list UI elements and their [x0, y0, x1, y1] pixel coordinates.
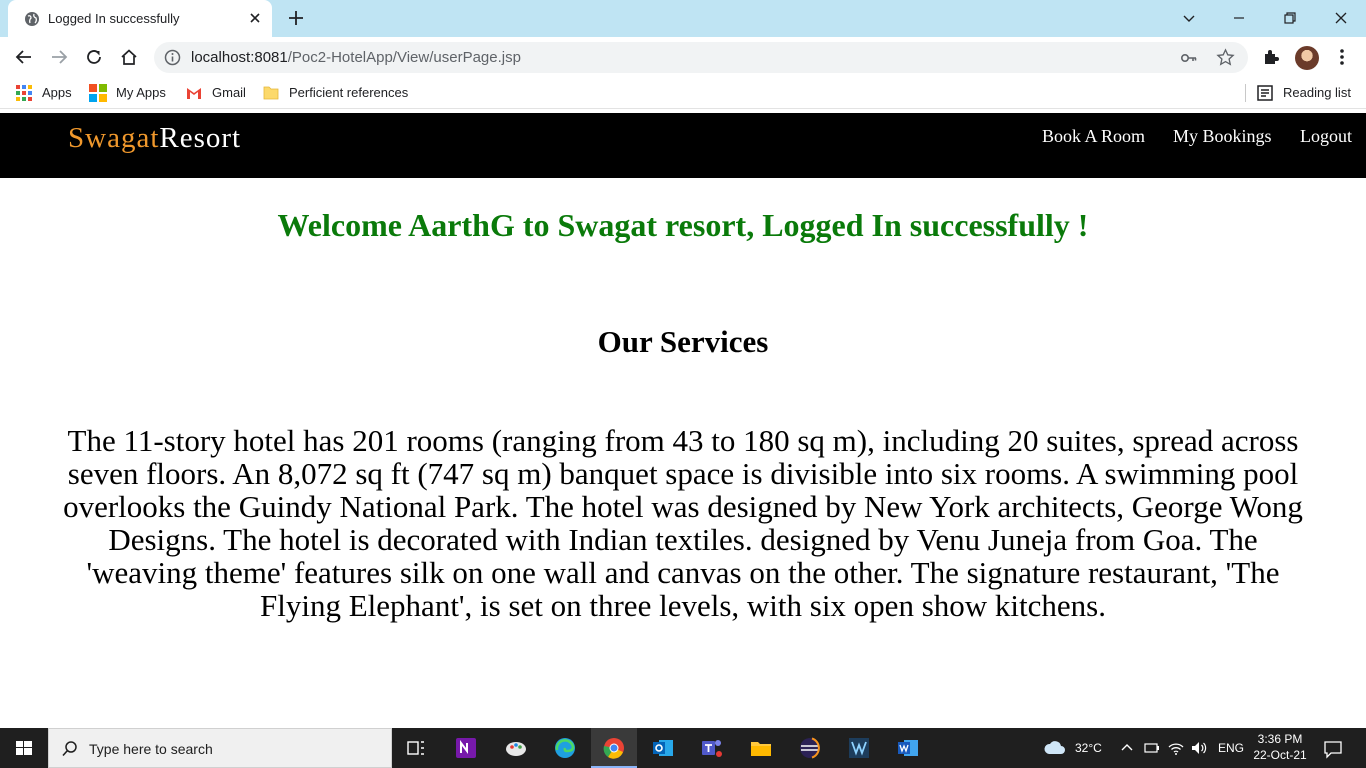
- minimize-icon[interactable]: [1227, 6, 1251, 30]
- chrome-browser-icon: [603, 738, 624, 759]
- bookmarks-bar: Apps My Apps Gmail Perficient references…: [0, 77, 1366, 109]
- onenote-icon: [456, 738, 476, 758]
- reading-list-icon: [1257, 85, 1273, 101]
- services-heading: Our Services: [597, 324, 769, 359]
- bookmark-star-icon[interactable]: [1216, 48, 1235, 67]
- nav-my-bookings[interactable]: My Bookings: [1173, 126, 1272, 147]
- clock-time: 3:36 PM: [1257, 732, 1303, 746]
- eclipse-ide-icon: [800, 737, 820, 759]
- home-icon[interactable]: [118, 46, 140, 68]
- url-path: /Poc2-HotelApp/View/userPage.jsp: [287, 49, 521, 66]
- taskbar-onenote[interactable]: [443, 728, 489, 768]
- folder-icon: [263, 86, 279, 100]
- taskbar-chrome[interactable]: [591, 728, 637, 768]
- services-description: The 11-story hotel has 201 rooms (rangin…: [63, 423, 1303, 623]
- taskbar-eclipse[interactable]: [787, 728, 833, 768]
- forward-arrow-icon[interactable]: [48, 46, 70, 68]
- gmail-icon: [187, 88, 201, 99]
- taskbar-edge[interactable]: [542, 728, 588, 768]
- task-view-button[interactable]: [393, 728, 439, 768]
- reload-icon[interactable]: [83, 46, 105, 68]
- extensions-puzzle-icon[interactable]: [1260, 46, 1282, 68]
- tab-search-chevron-icon[interactable]: [1177, 6, 1201, 30]
- wifi-icon[interactable]: [1167, 739, 1185, 757]
- apps-grid-icon: [16, 85, 32, 101]
- microsoft-logo-icon: [89, 84, 107, 102]
- site-header: SwagatResort Book A Room My Bookings Log…: [0, 113, 1366, 178]
- taskbar-search-box[interactable]: Type here to search: [48, 728, 392, 768]
- new-tab-icon[interactable]: [286, 8, 306, 28]
- globe-icon: [25, 12, 39, 26]
- taskbar-word[interactable]: [885, 728, 931, 768]
- clock-date: 22-Oct-21: [1253, 748, 1307, 762]
- reading-list-label: Reading list: [1283, 85, 1351, 100]
- windows-taskbar: Type here to search 32°C ENG 3:36 PM 22-…: [0, 728, 1366, 768]
- welcome-message: Welcome AarthG to Swagat resort, Logged …: [277, 207, 1089, 243]
- taskbar-teams[interactable]: [689, 728, 735, 768]
- brand-part-2: Resort: [159, 122, 242, 154]
- taskbar-file-explorer[interactable]: [738, 728, 784, 768]
- bookmark-label: Perficient references: [289, 85, 409, 100]
- weather-temperature[interactable]: 32°C: [1075, 741, 1102, 768]
- address-bar[interactable]: localhost:8081/Poc2-HotelApp/View/userPa…: [154, 42, 1248, 73]
- bookmark-label: My Apps: [116, 85, 166, 100]
- weather-cloud-icon[interactable]: [1043, 738, 1067, 758]
- more-menu-icon[interactable]: [1331, 46, 1353, 68]
- bookmark-label: Gmail: [212, 85, 246, 100]
- search-placeholder: Type here to search: [89, 741, 213, 757]
- url-text: localhost:8081/Poc2-HotelApp/View/userPa…: [191, 49, 521, 66]
- brand-part-1: Swagat: [68, 122, 160, 154]
- file-explorer-icon: [751, 742, 771, 756]
- tab-title: Logged In successfully: [48, 11, 180, 26]
- input-language[interactable]: ENG: [1218, 741, 1244, 768]
- taskbar-paint[interactable]: [493, 728, 539, 768]
- close-window-icon[interactable]: [1329, 6, 1353, 30]
- word-icon: [898, 740, 918, 756]
- browser-tab[interactable]: Logged In successfully: [8, 0, 272, 37]
- battery-icon[interactable]: [1142, 740, 1160, 756]
- url-host: localhost:8081: [191, 49, 288, 66]
- paint-palette-icon: [506, 742, 526, 756]
- restore-icon[interactable]: [1278, 6, 1302, 30]
- mysql-workbench-icon: [849, 738, 869, 758]
- close-tab-icon[interactable]: [246, 9, 264, 27]
- brand-logo[interactable]: SwagatResort: [68, 122, 241, 155]
- nav-book-a-room[interactable]: Book A Room: [1042, 126, 1145, 147]
- taskbar-clock[interactable]: 3:36 PM 22-Oct-21: [1248, 731, 1312, 763]
- profile-avatar[interactable]: [1295, 46, 1319, 70]
- browser-toolbar: localhost:8081/Poc2-HotelApp/View/userPa…: [0, 37, 1366, 77]
- edge-browser-icon: [555, 738, 575, 758]
- outlook-icon: [653, 740, 673, 756]
- windows-start-icon[interactable]: [0, 728, 48, 768]
- back-arrow-icon[interactable]: [13, 46, 35, 68]
- volume-icon[interactable]: [1190, 739, 1208, 757]
- nav-logout[interactable]: Logout: [1300, 126, 1352, 147]
- key-icon[interactable]: [1180, 49, 1198, 67]
- site-info-icon[interactable]: [164, 49, 181, 66]
- browser-tab-strip: Logged In successfully: [0, 0, 1366, 37]
- taskbar-outlook[interactable]: [640, 728, 686, 768]
- chevron-up-icon[interactable]: [1120, 740, 1134, 756]
- notification-center-icon[interactable]: [1322, 738, 1344, 760]
- teams-icon: [702, 740, 722, 757]
- bookmark-label: Apps: [42, 85, 72, 100]
- search-icon: [62, 741, 77, 757]
- task-view-icon: [407, 741, 424, 755]
- taskbar-mysql-workbench[interactable]: [836, 728, 882, 768]
- divider: [1245, 84, 1246, 102]
